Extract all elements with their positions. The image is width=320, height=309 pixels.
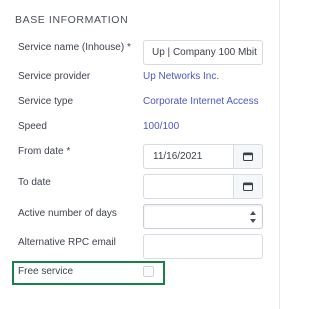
to-date-calendar-button[interactable] (233, 175, 262, 198)
service-type-link[interactable]: Corporate Internet Access (143, 96, 259, 107)
calendar-icon (243, 152, 253, 161)
speed-label: Speed (18, 121, 47, 132)
to-date-label: To date (18, 177, 51, 188)
speed-link[interactable]: 100/100 (143, 121, 179, 132)
section-title: BASE INFORMATION (15, 14, 129, 26)
base-information-panel: BASE INFORMATION Service name (Inhouse) … (0, 0, 280, 309)
from-date-calendar-button[interactable] (233, 145, 262, 168)
alt-rpc-email-input[interactable] (143, 234, 263, 259)
spinner-up-icon[interactable] (250, 211, 256, 215)
free-service-checkbox[interactable] (143, 266, 154, 277)
number-spinner[interactable] (249, 211, 257, 223)
to-date-input[interactable] (143, 174, 263, 199)
service-type-label: Service type (18, 96, 74, 107)
from-date-input[interactable]: 11/16/2021 (143, 144, 263, 169)
to-date-value (144, 175, 233, 198)
spinner-down-icon[interactable] (250, 219, 256, 223)
free-service-label: Free service (18, 266, 74, 277)
calendar-icon (243, 182, 253, 191)
service-name-input[interactable]: Up | Company 100 Mbit (143, 40, 263, 65)
active-days-input[interactable] (143, 204, 263, 229)
service-provider-label: Service provider (18, 71, 91, 82)
from-date-value: 11/16/2021 (153, 151, 203, 162)
from-date-label: From date * (18, 146, 71, 157)
alt-rpc-email-label: Alternative RPC email (18, 237, 116, 248)
active-days-label: Active number of days (18, 208, 117, 219)
service-name-value: Up | Company 100 Mbit (152, 47, 257, 58)
service-provider-link[interactable]: Up Networks Inc. (143, 71, 219, 82)
service-name-label: Service name (Inhouse) * (18, 42, 131, 53)
